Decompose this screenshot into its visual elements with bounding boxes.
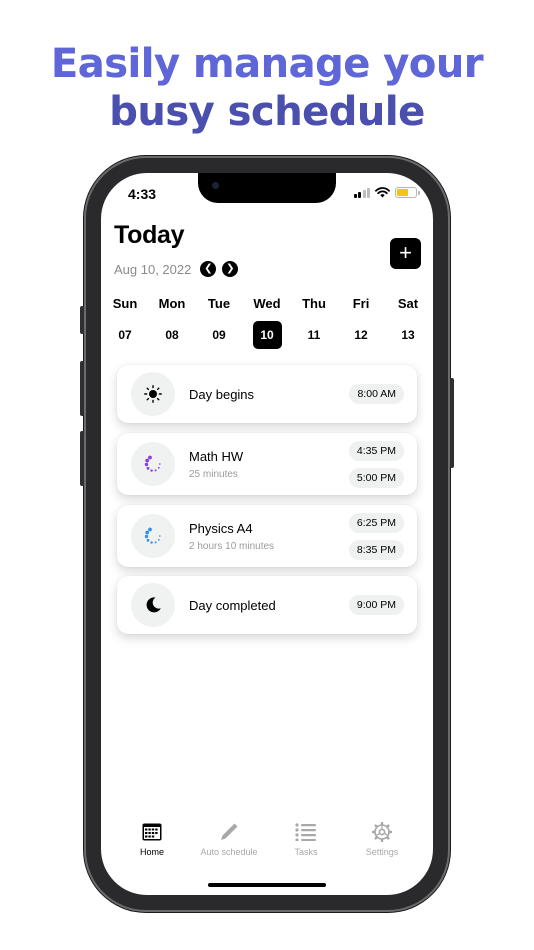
day-date: 09 [212,328,226,342]
list-icon [266,821,346,843]
date-navigator: Aug 10, 2022 ❮ ❯ [114,261,239,277]
schedule-card-math-hw[interactable]: Math HW 25 minutes 4:35 PM 5:00 PM [117,433,417,495]
tab-label: Settings [365,847,399,857]
day-mon[interactable]: Mon 08 [152,296,192,349]
tab-settings[interactable]: Settings [342,821,422,857]
start-time-pill: 4:35 PM [348,441,404,461]
schedule-card-day-begins[interactable]: Day begins 8:00 AM [117,365,417,423]
day-name: Wed [253,296,281,311]
schedule-card-day-completed[interactable]: Day completed 9:00 PM [117,576,417,634]
time-pill: 9:00 PM [348,595,404,615]
day-name: Fri [352,296,370,311]
chevron-left-icon[interactable]: ❮ [200,261,217,277]
battery-icon [395,187,420,198]
tab-auto-schedule[interactable]: Auto schedule [189,821,269,857]
card-title: Physics A4 [189,521,253,536]
signal-icon [353,187,370,198]
day-date: 11 [307,328,321,342]
headline-line-2: busy schedule [109,89,425,135]
tab-label: Tasks [294,847,318,857]
tab-label: Auto schedule [200,847,258,857]
home-indicator [208,883,326,887]
calendar-icon [112,821,192,843]
page-title: Today [114,221,185,249]
day-tue[interactable]: Tue 09 [199,296,239,349]
status-time: 4:33 [128,186,157,202]
start-time-pill: 6:25 PM [348,513,404,533]
wifi-icon [375,187,390,198]
day-name: Mon [158,296,186,311]
day-name: Sun [112,296,138,311]
day-name: Thu [302,296,326,311]
day-date: 08 [165,328,179,342]
notch [198,173,336,203]
headline-line-1: Easily manage your [50,41,484,87]
camera-icon [212,182,219,189]
sun-icon [131,372,175,416]
pencil-icon [189,821,269,843]
add-button[interactable]: + [390,238,421,269]
week-strip: Sun 07 Mon 08 Tue 09 Wed 10 Thu 11 Fri 12 Sat 1… [101,296,433,349]
day-date: 13 [401,328,415,342]
end-time-pill: 5:00 PM [348,468,404,488]
tab-label: Home [139,847,164,857]
time-pill: 8:00 AM [349,384,404,404]
chevron-right-icon[interactable]: ❯ [222,261,239,277]
app-screen: 4:33 Today + Aug 10, 2022 ❮ ❯ Sun 07 Mon 0… [101,173,433,895]
tab-tasks[interactable]: Tasks [266,821,346,857]
progress-spinner-icon [131,442,175,486]
day-wed[interactable]: Wed 10 [247,296,287,349]
day-date: 07 [118,328,132,342]
card-duration: 25 minutes [189,469,238,480]
card-title: Day begins [189,387,255,402]
status-icons [353,187,420,198]
tab-bar: Home Auto schedule Tasks Settings [101,821,433,861]
end-time-pill: 8:35 PM [348,540,404,560]
day-sun[interactable]: Sun 07 [105,296,145,349]
day-date: 12 [354,328,368,342]
day-sat[interactable]: Sat 13 [388,296,428,349]
day-date-selected: 10 [252,321,282,349]
card-title: Math HW [189,449,244,464]
headline: Easily manage your busy schedule [0,40,534,136]
tab-home[interactable]: Home [112,821,192,857]
moon-icon [131,583,175,627]
progress-spinner-icon [131,514,175,558]
day-name: Tue [207,296,231,311]
day-name: Sat [397,296,419,311]
day-fri[interactable]: Fri 12 [341,296,381,349]
schedule-card-physics-a4[interactable]: Physics A4 2 hours 10 minutes 6:25 PM 8:… [117,505,417,567]
day-thu[interactable]: Thu 11 [294,296,334,349]
card-title: Day completed [189,598,276,613]
card-duration: 2 hours 10 minutes [189,541,275,552]
gear-icon [342,821,422,843]
current-date: Aug 10, 2022 [114,261,192,277]
